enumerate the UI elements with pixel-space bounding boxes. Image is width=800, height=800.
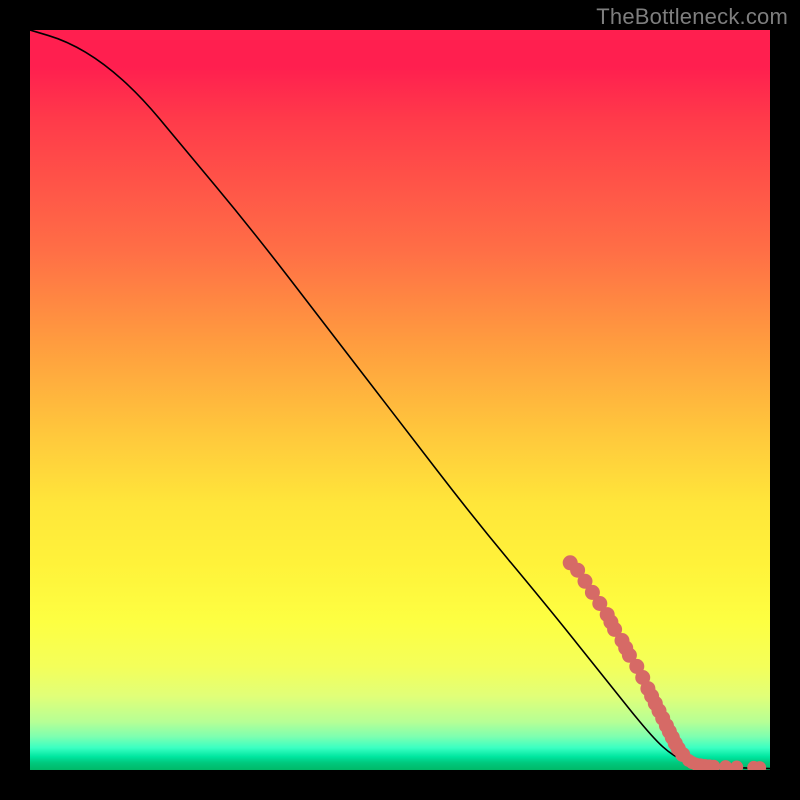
bottleneck-curve (30, 30, 770, 769)
plot-area (30, 30, 770, 770)
marker-dot (719, 760, 732, 770)
marker-dot (730, 761, 743, 770)
chart-frame: TheBottleneck.com (0, 0, 800, 800)
chart-svg (30, 30, 770, 770)
watermark-text: TheBottleneck.com (596, 4, 788, 30)
